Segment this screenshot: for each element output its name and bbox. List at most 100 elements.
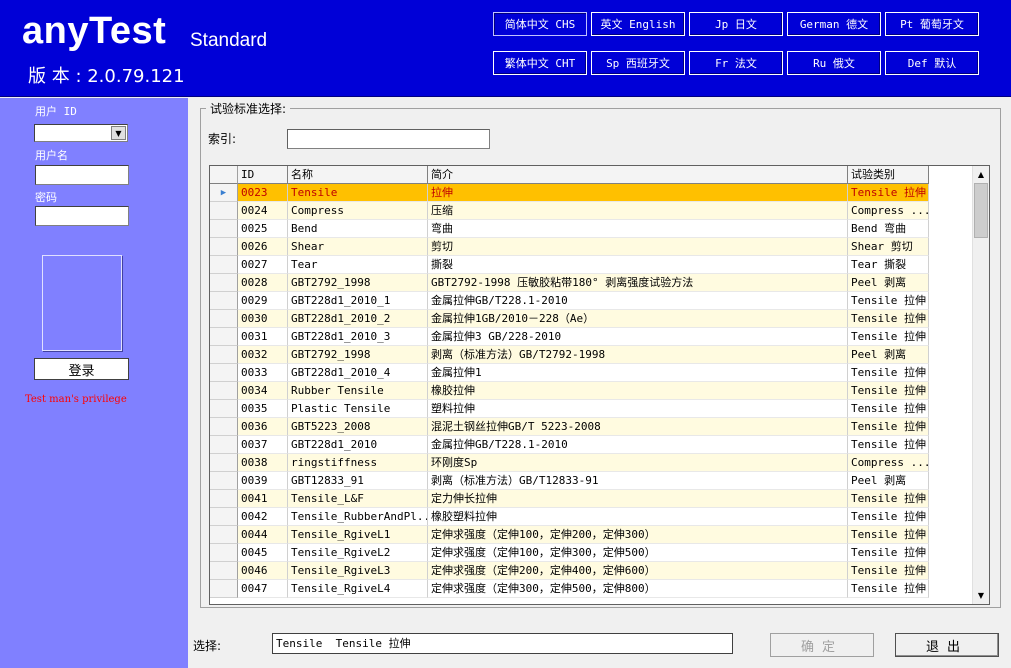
cell-summary: 金属拉伸GB/T228.1-2010 [428,292,848,310]
column-header-summary[interactable]: 简介 [428,166,848,184]
table-row[interactable]: 0038 ringstiffness 环刚度Sp Compress ... [210,454,930,472]
lang-button-german[interactable]: German 德文 [787,12,881,36]
table-row[interactable]: 0045 Tensile_RgiveL2 定伸求强度（定伸100，定伸300，定伸5… [210,544,930,562]
cell-summary: 塑料拉伸 [428,400,848,418]
table-row[interactable]: 0026 Shear 剪切 Shear 剪切 [210,238,930,256]
row-indicator [210,526,238,544]
row-indicator [210,256,238,274]
table-row[interactable]: 0035 Plastic Tensile 塑料拉伸 Tensile 拉伸 [210,400,930,418]
cell-summary: 定伸求强度（定伸100，定伸300，定伸500） [428,544,848,562]
username-input[interactable] [35,165,129,185]
row-pointer-icon: ▶ [210,184,238,202]
cell-summary: 弯曲 [428,220,848,238]
cell-name: Plastic Tensile [288,400,428,418]
grid-header-row: ID 名称 简介 试验类别 [210,166,930,184]
lang-button-russian[interactable]: Ru 俄文 [787,51,881,75]
row-indicator [210,508,238,526]
cell-name: Compress [288,202,428,220]
scroll-down-icon[interactable]: ▼ [973,587,989,603]
table-row[interactable]: 0027 Tear 撕裂 Tear 撕裂 [210,256,930,274]
row-indicator [210,436,238,454]
table-row[interactable]: 0028 GBT2792_1998 GBT2792-1998 压敏胶粘带180° 剥… [210,274,930,292]
cell-id: 0023 [238,184,288,202]
cell-category: Peel 剥离 [848,346,929,364]
cell-name: Tensile_RgiveL3 [288,562,428,580]
cell-summary: 金属拉伸1 [428,364,848,382]
table-row[interactable]: 0024 Compress 压缩 Compress ... [210,202,930,220]
group-title: 试验标准选择: [206,100,291,117]
cell-id: 0026 [238,238,288,256]
cell-name: GBT5223_2008 [288,418,428,436]
cell-summary: 橡胶拉伸 [428,382,848,400]
cell-category: Tensile 拉伸 [848,508,929,526]
table-row[interactable]: 0032 GBT2792_1998 剥离（标准方法）GB/T2792-1998 Pee… [210,346,930,364]
selection-field[interactable]: Tensile Tensile 拉伸 [272,633,733,654]
table-row[interactable]: 0036 GBT5223_2008 混泥土钢丝拉伸GB/T 5223-2008 Ten… [210,418,930,436]
chevron-down-icon[interactable]: ▼ [111,126,126,140]
cell-category: Compress ... [848,454,929,472]
table-row[interactable]: 0030 GBT228d1_2010_2 金属拉伸1GB/2010－228（Ae） T… [210,310,930,328]
table-row[interactable]: 0029 GBT228d1_2010_1 金属拉伸GB/T228.1-2010 Ten… [210,292,930,310]
lang-button-chs[interactable]: 简体中文 CHS [493,12,587,36]
lang-button-cht[interactable]: 繁体中文 CHT [493,51,587,75]
row-indicator [210,328,238,346]
cell-category: Shear 剪切 [848,238,929,256]
lang-button-default[interactable]: Def 默认 [885,51,979,75]
login-button[interactable]: 登录 [34,358,129,380]
cell-id: 0030 [238,310,288,328]
app-window: anyTest Standard 版 本 : 2.0.79.121 简体中文 C… [0,0,1011,668]
cell-name: GBT228d1_2010_4 [288,364,428,382]
scrollbar-thumb[interactable] [974,183,988,238]
cell-id: 0033 [238,364,288,382]
cell-summary: 混泥土钢丝拉伸GB/T 5223-2008 [428,418,848,436]
cell-summary: 金属拉伸1GB/2010－228（Ae） [428,310,848,328]
column-header-name[interactable]: 名称 [288,166,428,184]
cell-summary: 定伸求强度（定伸100，定伸200，定伸300） [428,526,848,544]
cell-id: 0028 [238,274,288,292]
table-row[interactable]: 0047 Tensile_RgiveL4 定伸求强度（定伸300，定伸500，定伸8… [210,580,930,598]
table-row[interactable]: 0034 Rubber Tensile 橡胶拉伸 Tensile 拉伸 [210,382,930,400]
cell-id: 0036 [238,418,288,436]
table-row[interactable]: 0044 Tensile_RgiveL1 定伸求强度（定伸100，定伸200，定伸3… [210,526,930,544]
standards-grid[interactable]: ID 名称 简介 试验类别 ▶ 0023 Tensile 拉伸 Tensile 拉伸 0024 Co… [209,165,990,605]
privilege-text: Test man's privilege [25,394,127,405]
edition-label: Standard [190,30,268,51]
table-row[interactable]: 0046 Tensile_RgiveL3 定伸求强度（定伸200，定伸400，定伸6… [210,562,930,580]
cell-summary: 拉伸 [428,184,848,202]
lang-button-spanish[interactable]: Sp 西班牙文 [591,51,685,75]
vertical-scrollbar[interactable]: ▲ ▼ [972,166,989,604]
cell-name: Tensile_L&F [288,490,428,508]
cell-id: 0031 [238,328,288,346]
table-row[interactable]: ▶ 0023 Tensile 拉伸 Tensile 拉伸 [210,184,930,202]
lang-button-japanese[interactable]: Jp 日文 [689,12,783,36]
cell-category: Tensile 拉伸 [848,544,929,562]
table-row[interactable]: 0025 Bend 弯曲 Bend 弯曲 [210,220,930,238]
table-row[interactable]: 0033 GBT228d1_2010_4 金属拉伸1 Tensile 拉伸 [210,364,930,382]
table-row[interactable]: 0037 GBT228d1_2010 金属拉伸GB/T228.1-2010 Tensi… [210,436,930,454]
lang-button-portuguese[interactable]: Pt 葡萄牙文 [885,12,979,36]
cell-id: 0034 [238,382,288,400]
user-id-select[interactable]: ▼ [34,124,128,142]
column-header-category[interactable]: 试验类别 [848,166,929,184]
cell-id: 0044 [238,526,288,544]
table-row[interactable]: 0042 Tensile_RubberAndPl... 橡胶塑料拉伸 Tensile … [210,508,930,526]
exit-button[interactable]: 退出 [895,633,999,657]
cell-category: Compress ... [848,202,929,220]
table-row[interactable]: 0041 Tensile_L&F 定力伸长拉伸 Tensile 拉伸 [210,490,930,508]
table-row[interactable]: 0039 GBT12833_91 剥离（标准方法）GB/T12833-91 Peel … [210,472,930,490]
lang-button-english[interactable]: 英文 English [591,12,685,36]
table-row[interactable]: 0031 GBT228d1_2010_3 金属拉伸3 GB/228-2010 Tens… [210,328,930,346]
cell-summary: GBT2792-1998 压敏胶粘带180° 剥离强度试验方法 [428,274,848,292]
scroll-up-icon[interactable]: ▲ [973,166,989,182]
password-input[interactable] [35,206,129,226]
column-header-id[interactable]: ID [238,166,288,184]
cell-name: GBT228d1_2010_3 [288,328,428,346]
ok-button[interactable]: 确定 [770,633,874,657]
lang-button-french[interactable]: Fr 法文 [689,51,783,75]
row-indicator [210,310,238,328]
cell-name: Tensile_RgiveL2 [288,544,428,562]
index-search-input[interactable] [287,129,490,149]
row-indicator [210,238,238,256]
cell-name: GBT12833_91 [288,472,428,490]
cell-category: Peel 剥离 [848,472,929,490]
